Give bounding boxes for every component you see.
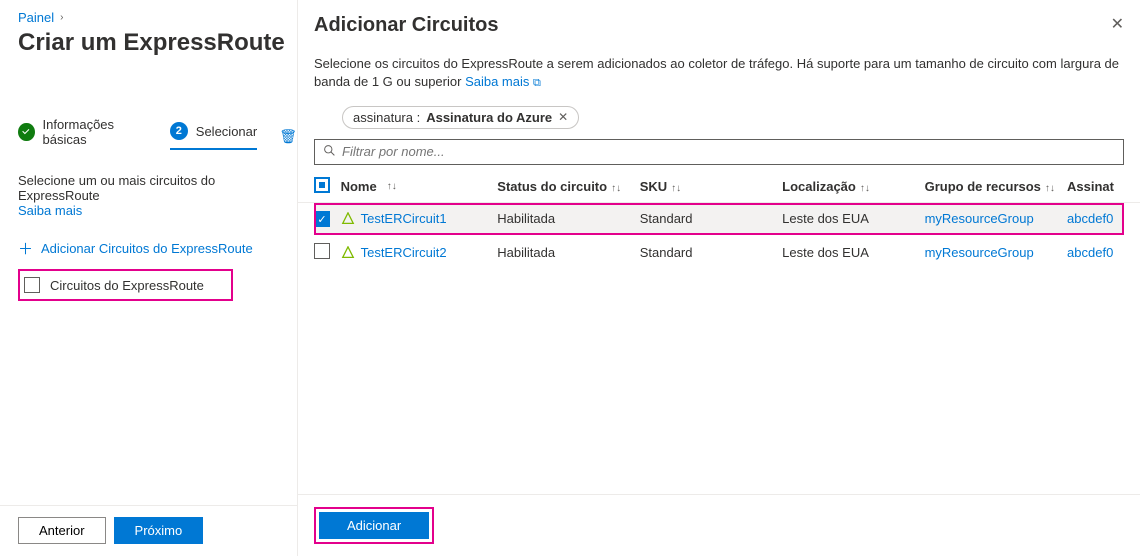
- step-number-icon: 2: [170, 122, 188, 140]
- sort-icon: ↑↓: [611, 183, 621, 194]
- panel-title: Adicionar Circuitos: [314, 14, 498, 37]
- prev-button[interactable]: Anterior: [18, 517, 106, 544]
- tab-select[interactable]: 2 Selecionar: [170, 122, 257, 150]
- breadcrumb-root[interactable]: Painel: [18, 10, 54, 25]
- sort-icon: ↑↓: [671, 183, 681, 194]
- filter-chip-subscription[interactable]: assinatura : Assinatura do Azure ✕: [342, 106, 579, 129]
- close-icon[interactable]: ✕: [1111, 14, 1124, 34]
- col-sku[interactable]: SKU: [640, 179, 667, 194]
- cell-status: Habilitada: [497, 245, 639, 260]
- check-circle-icon: [18, 123, 35, 141]
- sort-icon: ↑↓: [1045, 183, 1055, 194]
- chip-value: Assinatura do Azure: [426, 110, 552, 125]
- divider: [0, 505, 297, 506]
- subscription-link[interactable]: abcdef0: [1067, 211, 1113, 226]
- sort-icon: ↑↓: [860, 183, 870, 194]
- row-checkbox[interactable]: ✓: [314, 211, 330, 227]
- cell-location: Leste dos EUA: [782, 211, 924, 226]
- learn-more-link[interactable]: Saiba mais: [18, 203, 82, 218]
- wizard-tabs: Informações básicas 2 Selecionar 🗑: [18, 117, 297, 155]
- cell-sku: Standard: [640, 211, 782, 226]
- instruction-text: Selecione um ou mais circuitos do Expres…: [18, 173, 297, 203]
- add-link-label: Adicionar Circuitos do ExpressRoute: [41, 241, 253, 256]
- panel-description: Selecione os circuitos do ExpressRoute a…: [298, 37, 1140, 92]
- col-status[interactable]: Status do circuito: [497, 179, 607, 194]
- search-icon: [323, 144, 336, 160]
- cell-location: Leste dos EUA: [782, 245, 924, 260]
- panel-footer: Adicionar: [298, 494, 1140, 556]
- chevron-right-icon: ›: [60, 12, 63, 23]
- col-location[interactable]: Localização: [782, 179, 856, 194]
- search-input[interactable]: [342, 144, 1115, 159]
- left-pane: Painel › Criar um ExpressRoute Informaçõ…: [0, 0, 297, 556]
- trash-icon[interactable]: 🗑: [279, 128, 297, 145]
- circuits-header-row[interactable]: Circuitos do ExpressRoute: [18, 269, 233, 301]
- table-row[interactable]: ✓ TestERCircuit1 Habilitada Standard Les…: [314, 203, 1124, 236]
- tab-basic-info[interactable]: Informações básicas: [18, 117, 152, 155]
- tab-label: Selecionar: [196, 124, 257, 139]
- circuit-name-link[interactable]: TestERCircuit1: [361, 211, 447, 226]
- add-circuits-link[interactable]: ＋ Adicionar Circuitos do ExpressRoute: [18, 238, 297, 259]
- external-link-icon: ⧉: [533, 77, 541, 89]
- cell-sku: Standard: [640, 245, 782, 260]
- circuits-header-label: Circuitos do ExpressRoute: [50, 278, 204, 293]
- add-button-highlight: Adicionar: [314, 507, 434, 544]
- col-resource-group[interactable]: Grupo de recursos: [925, 179, 1041, 194]
- expressroute-icon: [341, 246, 355, 260]
- subscription-link[interactable]: abcdef0: [1067, 245, 1113, 260]
- circuit-name-link[interactable]: TestERCircuit2: [361, 245, 447, 260]
- cell-status: Habilitada: [497, 211, 639, 226]
- search-input-wrapper[interactable]: [314, 139, 1124, 165]
- plus-icon: ＋: [18, 238, 33, 259]
- sort-icon: ↑↓: [387, 181, 397, 192]
- select-all-checkbox[interactable]: [314, 177, 330, 193]
- expressroute-icon: [341, 212, 355, 226]
- table-header: Nome ↑↓ Status do circuito ↑↓ SKU ↑↓ Locali…: [298, 171, 1140, 203]
- panel-learn-more-link[interactable]: Saiba mais ⧉: [465, 74, 541, 89]
- table-row[interactable]: TestERCircuit2 Habilitada Standard Leste…: [298, 235, 1140, 270]
- add-button[interactable]: Adicionar: [319, 512, 429, 539]
- add-circuits-panel: Adicionar Circuitos ✕ Selecione os circu…: [297, 0, 1140, 556]
- col-name[interactable]: Nome: [341, 179, 377, 194]
- next-button[interactable]: Próximo: [114, 517, 204, 544]
- chip-remove-icon[interactable]: ✕: [558, 110, 568, 124]
- panel-header: Adicionar Circuitos ✕: [298, 0, 1140, 37]
- checkbox[interactable]: [24, 277, 40, 293]
- chip-label: assinatura :: [353, 110, 420, 125]
- circuits-table: Nome ↑↓ Status do circuito ↑↓ SKU ↑↓ Locali…: [298, 171, 1140, 271]
- page-title: Criar um ExpressRoute: [18, 29, 297, 57]
- breadcrumb: Painel ›: [18, 10, 297, 25]
- resource-group-link[interactable]: myResourceGroup: [925, 211, 1034, 226]
- filter-area: assinatura : Assinatura do Azure ✕: [298, 92, 1140, 165]
- resource-group-link[interactable]: myResourceGroup: [925, 245, 1034, 260]
- tab-label: Informações básicas: [43, 117, 152, 147]
- row-checkbox[interactable]: [314, 243, 330, 259]
- wizard-nav-buttons: Anterior Próximo: [18, 517, 203, 544]
- col-subscription[interactable]: Assinat: [1067, 179, 1114, 194]
